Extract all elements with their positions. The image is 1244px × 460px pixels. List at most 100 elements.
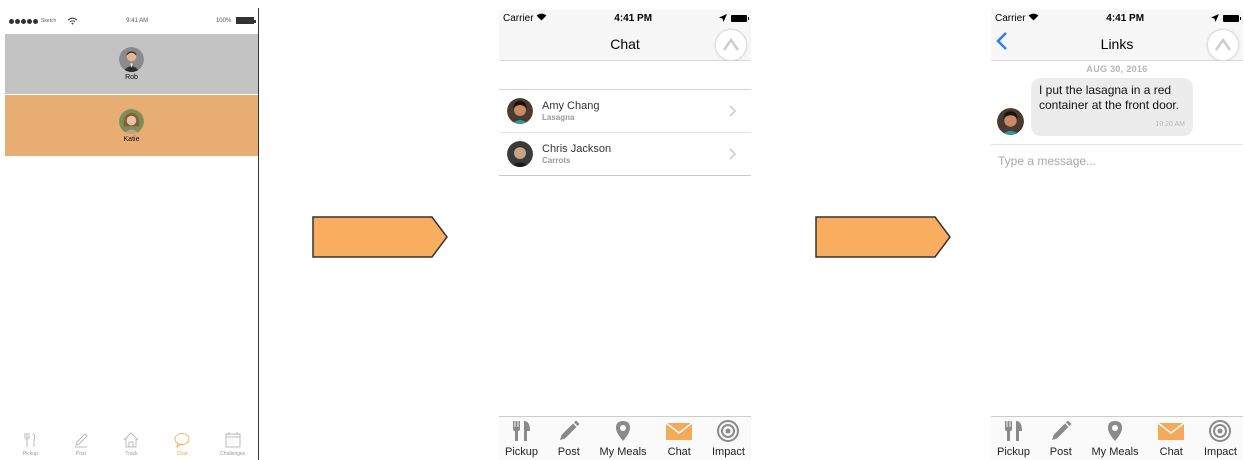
tab-label: My Meals xyxy=(1091,446,1139,458)
tab-chat[interactable]: Chat xyxy=(162,431,202,457)
battery-indicator: 100% xyxy=(215,17,256,25)
conversation-name: Chris Jackson xyxy=(542,143,612,155)
flow-arrow-2 xyxy=(815,216,951,258)
conversation-subtitle: Lasagna xyxy=(542,113,575,122)
speech-bubble-icon xyxy=(174,433,190,448)
avatar xyxy=(997,108,1024,135)
carrier-label: Carrier xyxy=(503,12,534,24)
message-row: I put the lasagna in a red container at … xyxy=(991,78,1243,136)
target-icon xyxy=(717,420,740,442)
tab-my-meals[interactable]: My Meals xyxy=(599,419,647,458)
tab-label: Chat xyxy=(176,451,188,457)
map-pin-icon xyxy=(1108,421,1122,441)
status-bar: Carrier 4:41 PM xyxy=(499,10,751,26)
conversation-screen: Carrier 4:41 PM Links AUG 30, 2016 I put… xyxy=(991,10,1243,460)
contact-row-rob[interactable]: Rob xyxy=(5,34,258,95)
tab-post[interactable]: Post xyxy=(61,431,101,457)
wifi-icon xyxy=(68,17,78,25)
message-input[interactable]: Type a message... xyxy=(991,144,1243,177)
carrier-indicator: Carrier xyxy=(503,13,547,24)
conversation-text: Chris Jackson Carrots xyxy=(542,143,611,165)
status-bar: Carrier 4:41 PM xyxy=(991,10,1243,26)
tab-my-meals[interactable]: My Meals xyxy=(1091,419,1139,458)
conversation-list: Amy Chang Lasagna Chris Jackson Carrots xyxy=(499,89,751,176)
carrier-label: Sketch xyxy=(41,18,57,24)
chevron-up-icon xyxy=(722,38,740,51)
house-icon xyxy=(124,432,139,448)
tab-label: Chat xyxy=(667,446,691,458)
tab-label: Impact xyxy=(1203,446,1237,458)
battery-icon xyxy=(236,17,256,25)
tab-chat[interactable]: Chat xyxy=(1157,419,1185,458)
tab-label: Post xyxy=(557,446,580,458)
conversation-row-amy[interactable]: Amy Chang Lasagna xyxy=(499,90,751,133)
tab-label: Pickup xyxy=(22,451,38,457)
location-arrow-icon xyxy=(1210,14,1219,22)
tab-challenges[interactable]: Challenges xyxy=(213,431,253,457)
tab-post[interactable]: Post xyxy=(1049,419,1073,458)
fork-knife-icon xyxy=(1004,421,1022,441)
pencil-icon xyxy=(1051,420,1072,440)
tab-label: Track xyxy=(125,451,138,457)
tab-impact[interactable]: Impact xyxy=(1204,419,1237,458)
tab-chat[interactable]: Chat xyxy=(665,419,693,458)
tab-track[interactable]: Track xyxy=(111,431,151,457)
conversation-subtitle: Carrots xyxy=(542,156,571,165)
fork-knife-icon xyxy=(512,421,530,441)
status-time: 4:41 PM xyxy=(614,12,653,24)
flow-arrow-1 xyxy=(312,216,448,258)
chat-list-screen: Carrier 4:41 PM Chat Amy Chang Lasagna C… xyxy=(499,10,751,460)
status-time: 4:41 PM xyxy=(1106,12,1145,24)
page-title: Chat xyxy=(610,36,640,52)
message-text: I put the lasagna in a red container at … xyxy=(1039,83,1180,112)
status-bar: Sketch 9:41 AM 100% xyxy=(5,8,258,34)
tab-post[interactable]: Post xyxy=(557,419,581,458)
avatar xyxy=(119,47,144,72)
carrier-indicator: Carrier xyxy=(995,13,1039,24)
avatar xyxy=(119,108,144,134)
sketch-screen: Sketch 9:41 AM 100% Rob Katie Pickup Pos… xyxy=(5,8,259,460)
message-time: 10:20 AM xyxy=(1155,121,1185,128)
navigation-bar: Carrier 4:41 PM Chat xyxy=(499,10,751,61)
status-right xyxy=(1210,14,1241,22)
tab-label: Challenges xyxy=(220,451,246,457)
avatar xyxy=(507,98,533,124)
navigation-bar: Carrier 4:41 PM Links xyxy=(991,10,1243,61)
target-icon xyxy=(1209,420,1232,442)
tab-label: Chat xyxy=(1159,446,1183,458)
tab-pickup[interactable]: Pickup xyxy=(997,419,1030,458)
tab-label: Pickup xyxy=(997,446,1031,458)
chevron-right-icon xyxy=(729,148,737,160)
carrier-label: Carrier xyxy=(995,12,1026,24)
tab-bar: Pickup Post Track Chat Challenges xyxy=(5,424,258,460)
status-time: 9:41 AM xyxy=(126,18,149,24)
status-right xyxy=(718,14,749,22)
map-pin-icon xyxy=(616,421,630,441)
wifi-icon xyxy=(536,13,547,21)
contact-name: Rob xyxy=(125,74,138,81)
chevron-up-icon xyxy=(1214,38,1232,51)
tab-label: Post xyxy=(75,451,86,457)
scroll-up-button[interactable] xyxy=(1207,29,1239,61)
battery-icon xyxy=(730,14,749,22)
tab-label: Pickup xyxy=(505,446,539,458)
envelope-icon xyxy=(1157,422,1185,440)
battery-percent: 100% xyxy=(215,18,232,25)
conversation-text: Amy Chang Lasagna xyxy=(542,100,599,122)
pencil-icon xyxy=(559,420,580,440)
tab-label: Post xyxy=(1049,446,1072,458)
contact-row-katie[interactable]: Katie xyxy=(5,95,258,156)
pencil-icon xyxy=(74,433,88,448)
tab-impact[interactable]: Impact xyxy=(712,419,745,458)
tab-bar: Pickup Post My Meals Chat Impact xyxy=(499,416,751,460)
page-title: Links xyxy=(1100,36,1134,52)
scroll-up-button[interactable] xyxy=(715,29,747,61)
date-header: AUG 30, 2016 xyxy=(1086,64,1148,74)
tab-pickup[interactable]: Pickup xyxy=(505,419,538,458)
conversation-row-chris[interactable]: Chris Jackson Carrots xyxy=(499,133,751,176)
tab-pickup[interactable]: Pickup xyxy=(10,431,50,457)
conversation-name: Amy Chang xyxy=(542,100,600,112)
signal-dots-icon: Sketch xyxy=(9,17,78,25)
envelope-icon xyxy=(665,422,693,440)
message-bubble: I put the lasagna in a red container at … xyxy=(1031,78,1193,136)
